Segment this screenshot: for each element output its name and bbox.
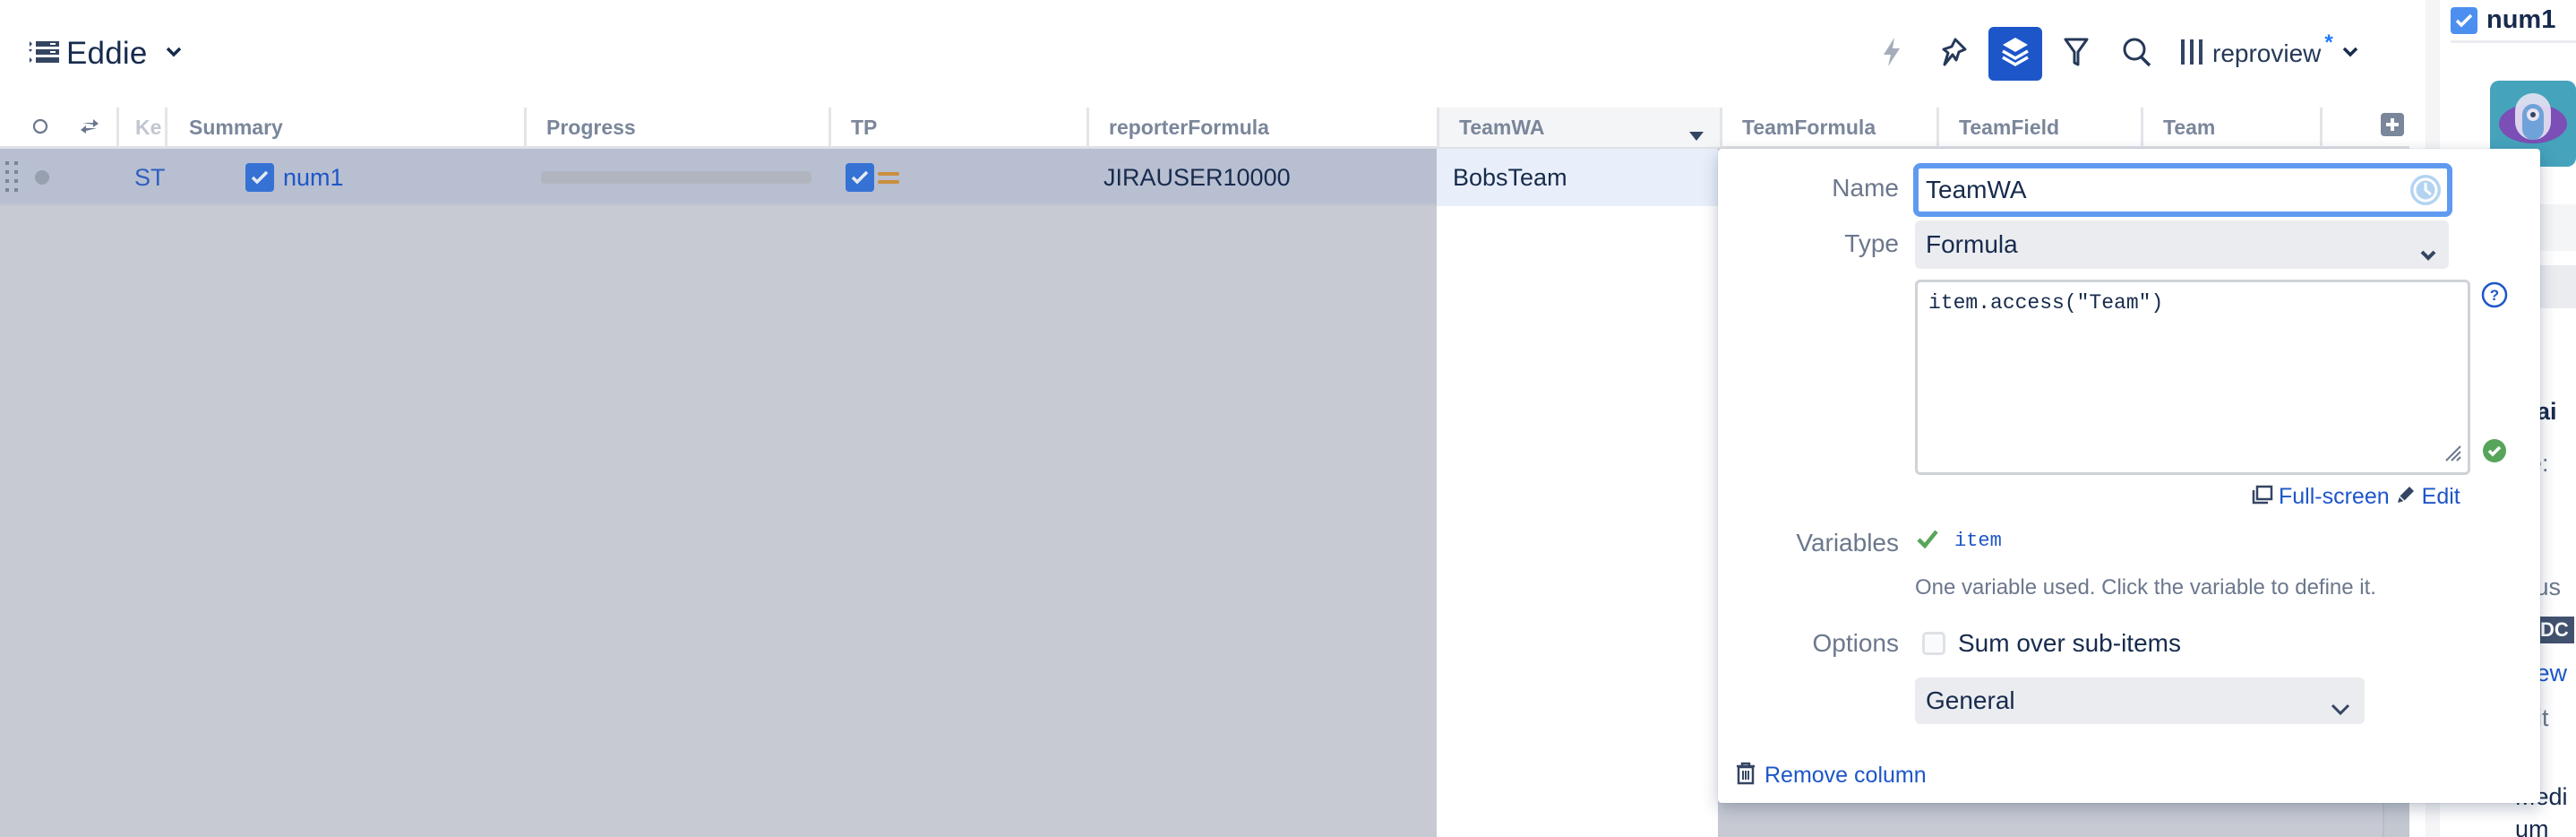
- add-column-button[interactable]: [2320, 108, 2409, 147]
- fullscreen-link[interactable]: Full-screen: [2279, 484, 2390, 510]
- chevron-down-icon: [2342, 46, 2358, 62]
- columns-icon: [2180, 39, 2203, 70]
- search-button[interactable]: [2110, 27, 2164, 81]
- top-bar: Eddie reproview *: [0, 0, 2426, 108]
- trash-icon: [1736, 762, 1756, 790]
- history-clock-icon[interactable]: [2408, 172, 2443, 214]
- teamwa-cell[interactable]: BobsTeam: [1437, 149, 1718, 206]
- automation-button[interactable]: [1865, 27, 1919, 81]
- formula-valid-icon: [2483, 439, 2506, 467]
- options-label: Options: [1812, 629, 1900, 657]
- plus-square-icon: [2381, 113, 2404, 142]
- column-name-field[interactable]: [1913, 163, 2452, 217]
- format-value: General: [1926, 686, 2015, 714]
- column-header-team[interactable]: Team: [2141, 108, 2320, 147]
- issue-key[interactable]: ST: [134, 149, 165, 206]
- variable-item-link[interactable]: item: [1954, 530, 2002, 552]
- task-type-icon: [2451, 6, 2477, 34]
- drag-handle[interactable]: [5, 149, 23, 206]
- summary-cell[interactable]: num1: [245, 149, 514, 206]
- chevron-down-icon: [2420, 238, 2436, 267]
- variables-list: item: [1917, 529, 2002, 553]
- column-name-input[interactable]: [1926, 176, 2391, 204]
- formula-editor[interactable]: [1915, 280, 2470, 475]
- view-name: reproview: [2212, 39, 2322, 67]
- structure-icon: [29, 39, 59, 69]
- type-label: Type: [1844, 229, 1899, 257]
- column-header-key[interactable]: Ke: [116, 108, 166, 147]
- priority-medium-icon: [878, 164, 901, 192]
- column-header-summary[interactable]: Summary: [165, 108, 524, 147]
- name-label: Name: [1832, 174, 1899, 202]
- filter-icon: [2064, 37, 2089, 72]
- sum-over-subitems-option[interactable]: Sum over sub-items: [1922, 629, 2181, 658]
- format-select[interactable]: General: [1915, 677, 2365, 724]
- column-header-teamfield[interactable]: TeamField: [1936, 108, 2141, 147]
- column-header-teamwa[interactable]: TeamWA: [1437, 108, 1720, 147]
- progress-cell: [541, 149, 819, 206]
- column-header-teamformula[interactable]: TeamFormula: [1720, 108, 1936, 147]
- column-header-reporterformula[interactable]: reporterFormula: [1086, 108, 1437, 147]
- view-selector[interactable]: reproview *: [2180, 27, 2358, 81]
- column-header-tp[interactable]: TP: [829, 108, 1086, 147]
- view-modified-marker: *: [2324, 30, 2333, 55]
- remove-column-label: Remove column: [1765, 763, 1927, 788]
- grid-header: Ke Summary Progress TP reporterFormula T…: [0, 108, 2409, 149]
- variables-note: One variable used. Click the variable to…: [1915, 575, 2376, 600]
- layers-icon: [2000, 36, 2031, 73]
- pin-icon: [1941, 37, 1968, 72]
- details-header: num1: [2451, 0, 2576, 43]
- column-type-select[interactable]: Formula: [1915, 220, 2449, 269]
- chevron-down-icon: [166, 46, 182, 62]
- layers-button[interactable]: [1988, 27, 2042, 81]
- remove-column-button[interactable]: Remove column: [1736, 762, 1927, 790]
- circle-icon: [32, 116, 48, 140]
- resize-handle-icon[interactable]: [2443, 443, 2462, 469]
- structure-selector[interactable]: Eddie: [29, 32, 182, 75]
- fullscreen-icon: [2252, 485, 2273, 509]
- chevron-down-icon: [2331, 694, 2350, 722]
- lightning-icon: [1880, 37, 1903, 72]
- caret-down-icon[interactable]: [1689, 122, 1704, 146]
- variables-label: Variables: [1796, 529, 1899, 557]
- filter-button[interactable]: [2049, 27, 2103, 81]
- svg-text:?: ?: [2490, 287, 2499, 304]
- task-type-icon: [245, 163, 274, 192]
- formula-textarea[interactable]: [1928, 291, 2457, 463]
- help-icon[interactable]: ?: [2481, 281, 2508, 313]
- transfer-toggle[interactable]: [72, 108, 116, 147]
- tp-cell: [846, 149, 917, 206]
- select-all-toggle[interactable]: [27, 108, 63, 147]
- structure-title: Eddie: [66, 36, 148, 71]
- swap-arrows-icon: [79, 116, 100, 140]
- sum-over-subitems-checkbox[interactable]: [1922, 632, 1945, 655]
- reporterformula-cell: JIRAUSER10000: [1103, 163, 1291, 191]
- progress-bar: [541, 171, 811, 184]
- row-select-dot[interactable]: [34, 149, 52, 206]
- column-header-progress[interactable]: Progress: [524, 108, 829, 147]
- edit-link[interactable]: Edit: [2422, 484, 2460, 510]
- column-settings-popover: Name Type Formula ? Full-screen Edit Var: [1718, 149, 2540, 803]
- priority-value-continued: um: [2515, 815, 2549, 837]
- pencil-icon: [2395, 484, 2417, 510]
- sum-over-subitems-label: Sum over sub-items: [1958, 629, 2181, 657]
- search-icon: [2122, 36, 2152, 73]
- check-icon: [1917, 529, 1938, 553]
- teamwa-column-highlight: BobsTeam: [1437, 149, 1718, 837]
- task-type-icon: [846, 163, 874, 192]
- details-title: num1: [2486, 5, 2556, 34]
- summary-link[interactable]: num1: [283, 164, 344, 192]
- pin-button[interactable]: [1928, 27, 1981, 81]
- column-type-value: Formula: [1926, 230, 2018, 258]
